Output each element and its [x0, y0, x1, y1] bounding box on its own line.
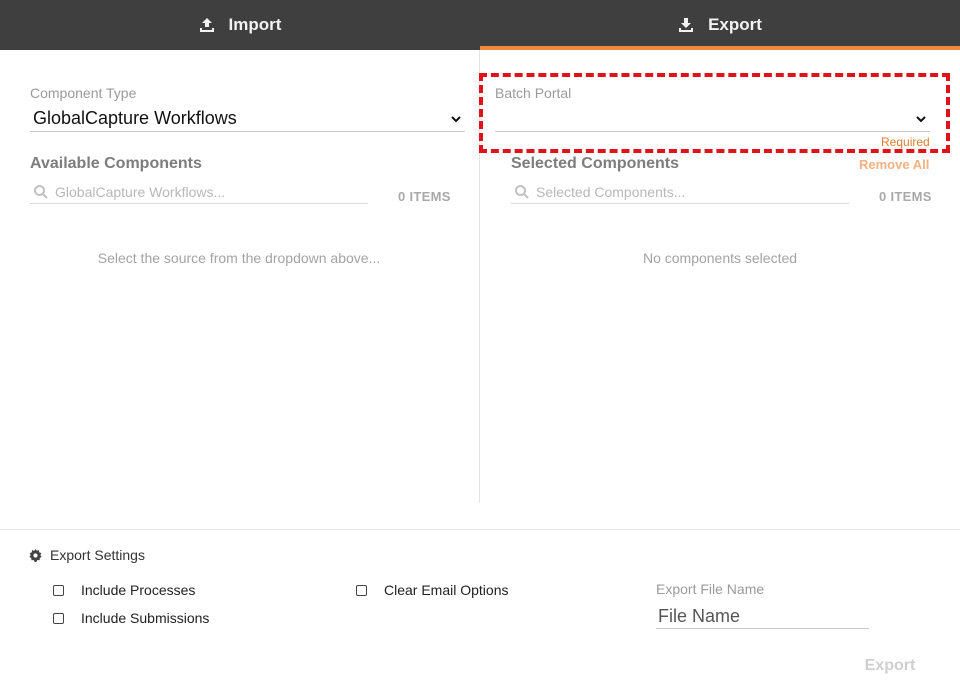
- include-submissions-label: Include Submissions: [81, 610, 210, 626]
- column-divider: [479, 50, 480, 503]
- tab-import-label: Import: [228, 15, 282, 34]
- available-search-input[interactable]: [55, 183, 368, 200]
- tab-export[interactable]: Export: [480, 0, 960, 50]
- checkbox-box[interactable]: [356, 584, 367, 596]
- export-file-name-input[interactable]: [656, 605, 869, 629]
- clear-email-options-label: Clear Email Options: [384, 582, 509, 598]
- include-submissions-checkbox[interactable]: Include Submissions: [53, 610, 209, 626]
- selected-items-count: 0 ITEMS: [879, 189, 932, 204]
- search-icon: [515, 184, 529, 199]
- include-processes-checkbox[interactable]: Include Processes: [53, 582, 195, 598]
- export-settings-title: Export Settings: [29, 547, 145, 563]
- export-settings-label: Export Settings: [50, 547, 145, 563]
- component-type-value: GlobalCapture Workflows: [33, 108, 237, 128]
- selected-empty-message: No components selected: [642, 250, 798, 266]
- selected-search-input[interactable]: [536, 183, 849, 200]
- export-file-name-label: Export File Name: [656, 581, 765, 597]
- available-items-count: 0 ITEMS: [398, 189, 451, 204]
- batch-portal-label: Batch Portal: [495, 85, 572, 101]
- selected-search[interactable]: [511, 180, 849, 204]
- search-icon: [34, 184, 48, 199]
- checkbox-box[interactable]: [53, 584, 64, 596]
- available-search[interactable]: [30, 180, 368, 204]
- clear-email-options-checkbox[interactable]: Clear Email Options: [356, 582, 509, 598]
- chevron-down-icon: [451, 115, 461, 122]
- component-type-select[interactable]: GlobalCapture Workflows: [30, 106, 465, 132]
- settings-divider: [0, 529, 960, 530]
- component-type-label: Component Type: [30, 85, 137, 101]
- chevron-down-icon: [916, 115, 926, 122]
- include-processes-label: Include Processes: [81, 582, 196, 598]
- export-button[interactable]: Export: [850, 654, 930, 678]
- selected-components-title: Selected Components: [511, 155, 680, 172]
- available-empty-message: Select the source from the dropdown abov…: [97, 250, 381, 266]
- download-icon: [678, 17, 694, 33]
- available-components-title: Available Components: [30, 155, 202, 172]
- tab-import[interactable]: Import: [0, 0, 480, 50]
- upload-icon: [199, 17, 215, 33]
- checkbox-box[interactable]: [53, 612, 64, 624]
- tab-bar: Import Export: [0, 0, 960, 50]
- tab-export-label: Export: [708, 15, 762, 34]
- required-hint: Required: [881, 135, 930, 149]
- gear-icon: [29, 548, 42, 562]
- batch-portal-select[interactable]: [495, 106, 930, 132]
- remove-all-button[interactable]: Remove All: [859, 157, 929, 172]
